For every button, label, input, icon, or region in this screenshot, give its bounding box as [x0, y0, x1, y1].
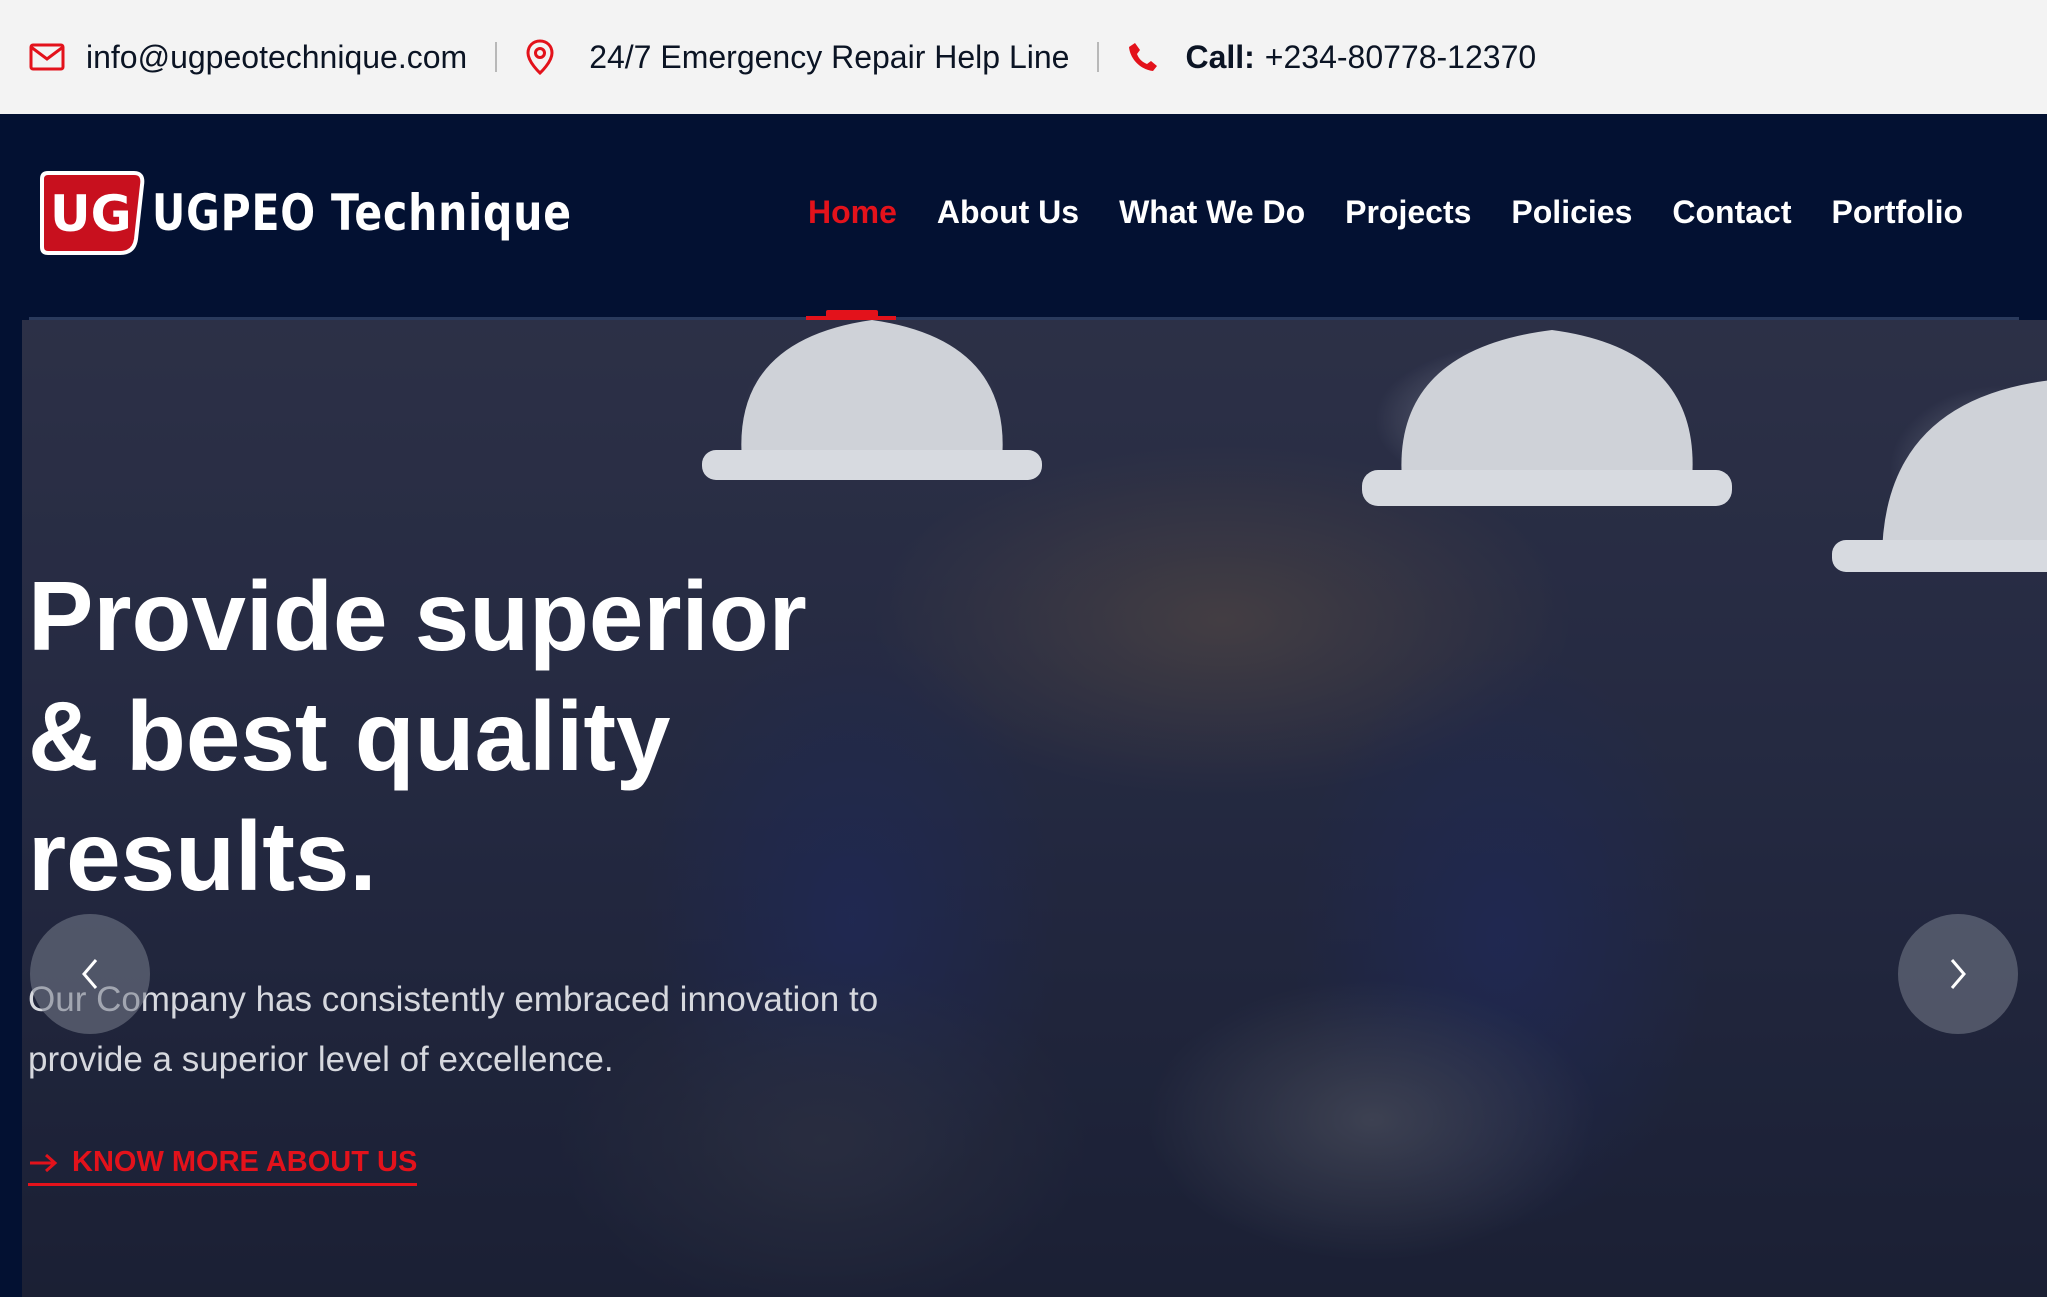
nav-projects[interactable]: Projects [1345, 194, 1471, 231]
email-contact[interactable]: info@ugpeotechnique.com [29, 39, 467, 76]
phone-contact[interactable]: Call: +234-80778-12370 [1127, 39, 1536, 76]
email-text[interactable]: info@ugpeotechnique.com [86, 39, 467, 76]
logo-mark: UG [40, 171, 145, 255]
phone-icon [1127, 41, 1159, 73]
active-nav-indicator [806, 310, 896, 320]
nav-portfolio[interactable]: Portfolio [1831, 194, 1963, 231]
site-header: UG UGPEO Technique Home About Us What We… [0, 114, 2047, 321]
divider [1097, 42, 1100, 72]
nav-what-we-do[interactable]: What We Do [1119, 194, 1305, 231]
carousel-prev-button[interactable] [30, 914, 150, 1034]
hero-subtitle: Our Company has consistently embraced in… [28, 970, 968, 1090]
main-nav: Home About Us What We Do Projects Polici… [808, 194, 1963, 231]
hero-title-line: results. [28, 801, 377, 911]
call-label: Call: [1185, 38, 1255, 75]
top-contact-bar: info@ugpeotechnique.com 24/7 Emergency R… [0, 0, 2047, 114]
divider [495, 42, 498, 72]
site-logo[interactable]: UG UGPEO Technique [38, 169, 664, 257]
logo-mark-text: UG [50, 185, 132, 243]
nav-home[interactable]: Home [808, 194, 897, 231]
envelope-icon [29, 43, 65, 71]
hero-content: Provide superior & best quality results.… [22, 320, 2047, 1297]
chevron-left-icon [82, 959, 98, 989]
phone-number[interactable]: +234-80778-12370 [1265, 39, 1536, 76]
know-more-label: KNOW MORE ABOUT US [72, 1146, 418, 1178]
hero-title: Provide superior & best quality results. [28, 556, 928, 916]
helpline-text: 24/7 Emergency Repair Help Line [589, 38, 1070, 75]
hero-title-line: Provide superior [28, 561, 807, 671]
know-more-link[interactable]: KNOW MORE ABOUT US [28, 1146, 418, 1186]
nav-contact[interactable]: Contact [1672, 194, 1791, 231]
hero-slider: Provide superior & best quality results.… [22, 320, 2047, 1297]
chevron-right-icon [1950, 959, 1966, 989]
hero-title-line: & best quality [28, 681, 671, 791]
logo-text: UGPEO Technique [152, 184, 572, 242]
hero-subtitle-line: provide a superior level of excellence. [28, 1040, 614, 1079]
hero-subtitle-line: Our Company has consistently embraced in… [28, 980, 879, 1019]
helpline-contact: 24/7 Emergency Repair Help Line [525, 38, 1069, 76]
map-pin-icon [525, 38, 555, 76]
carousel-next-button[interactable] [1898, 914, 2018, 1034]
nav-policies[interactable]: Policies [1511, 194, 1632, 231]
arrow-right-icon [28, 1152, 58, 1174]
nav-about-us[interactable]: About Us [937, 194, 1079, 231]
